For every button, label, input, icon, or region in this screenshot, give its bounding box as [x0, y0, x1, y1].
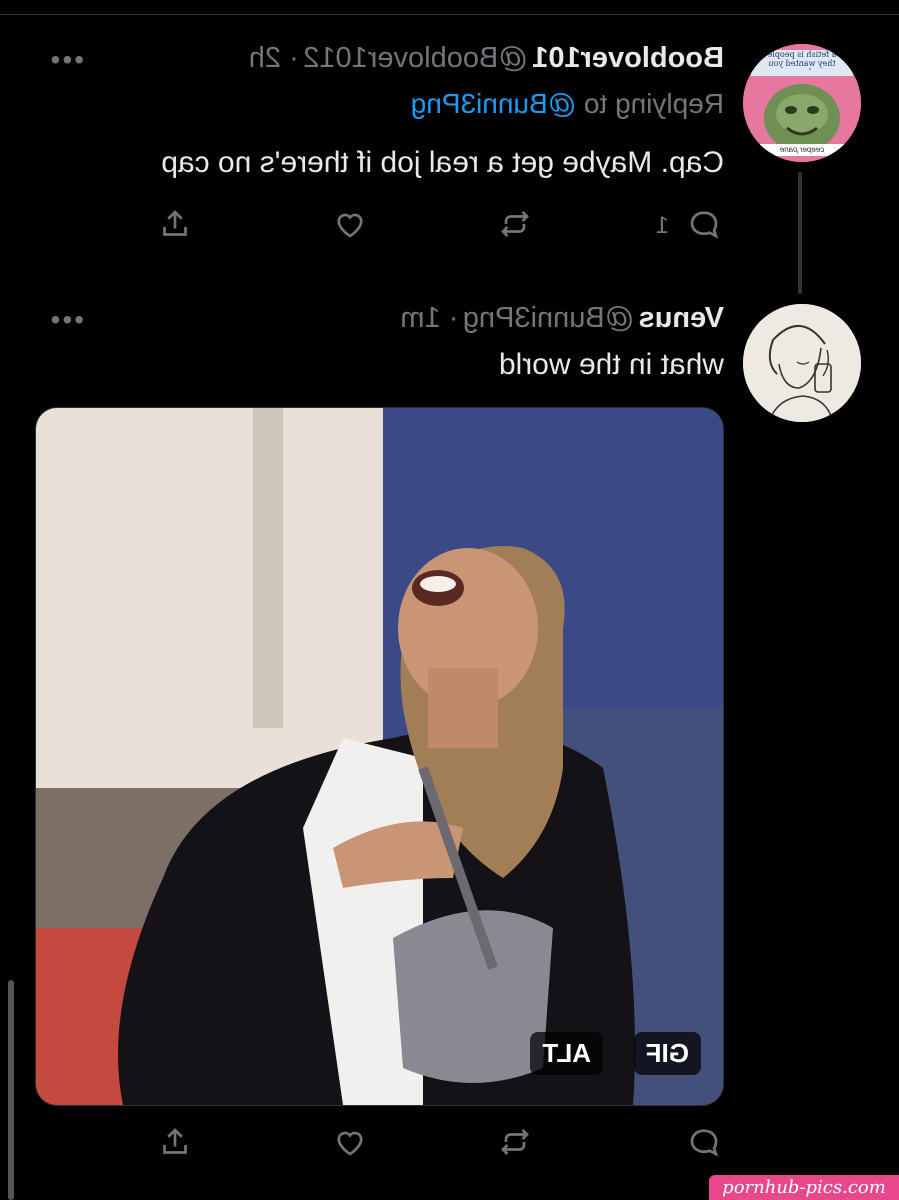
avatar-venus[interactable]	[743, 304, 861, 422]
tweet2-gif-media[interactable]: GIF ALT	[35, 407, 724, 1106]
mirrored-screen: a fetish is people they wanted you here …	[0, 0, 899, 1200]
tweet1-display-name[interactable]: Booblover101	[532, 42, 724, 74]
watermark-label: pornhub-pics.com	[709, 1175, 899, 1200]
tweet1-header: Booblover101 @Booblover1012 · 2h	[164, 42, 724, 80]
retweet-icon[interactable]	[495, 1122, 535, 1162]
avatar-booblover101[interactable]: a fetish is people they wanted you here …	[743, 44, 861, 162]
avatar-sketch	[743, 304, 861, 422]
tweet2-more-icon[interactable]: •••	[34, 304, 84, 336]
tweet2-handle[interactable]: @Bunni3Png	[463, 302, 634, 334]
tweet1-replying-to: Replying to @Bunni3Png	[164, 88, 724, 120]
gif-frame-image	[36, 408, 723, 1105]
reply-icon[interactable]	[684, 204, 724, 244]
share-icon[interactable]	[155, 204, 195, 244]
tweet1-text: Cap. Maybe get a real job if there's no …	[161, 146, 724, 179]
tweet1-handle[interactable]: @Booblover1012	[303, 42, 528, 74]
avatar-caption-bottom: ceeper pane	[779, 145, 825, 154]
scrollbar[interactable]	[8, 980, 14, 1200]
share-icon[interactable]	[155, 1122, 195, 1162]
tweet2-display-name[interactable]: Venus	[639, 302, 724, 334]
replying-prefix: Replying to	[583, 88, 724, 119]
tweet2-text: what in the world	[498, 348, 724, 381]
reply-count: 1	[655, 212, 669, 239]
alt-badge[interactable]: ALT	[530, 1032, 603, 1075]
like-icon[interactable]	[330, 204, 370, 244]
like-icon[interactable]	[330, 1122, 370, 1162]
tweet2-header: Venus @Bunni3Png · 1m	[164, 302, 724, 340]
tweet1-time[interactable]: · 2h	[249, 42, 299, 74]
avatar-caption-top: a fetish is people they wanted you here	[767, 50, 837, 70]
tweet1-more-icon[interactable]: •••	[34, 44, 84, 76]
retweet-icon[interactable]	[495, 204, 535, 244]
reply-icon[interactable]	[684, 1122, 724, 1162]
top-divider	[0, 14, 899, 15]
thread-connector	[798, 172, 802, 294]
tweet2-time[interactable]: · 1m	[400, 302, 458, 334]
replying-to-link[interactable]: @Bunni3Png	[411, 88, 576, 119]
gif-badge: GIF	[633, 1032, 701, 1075]
